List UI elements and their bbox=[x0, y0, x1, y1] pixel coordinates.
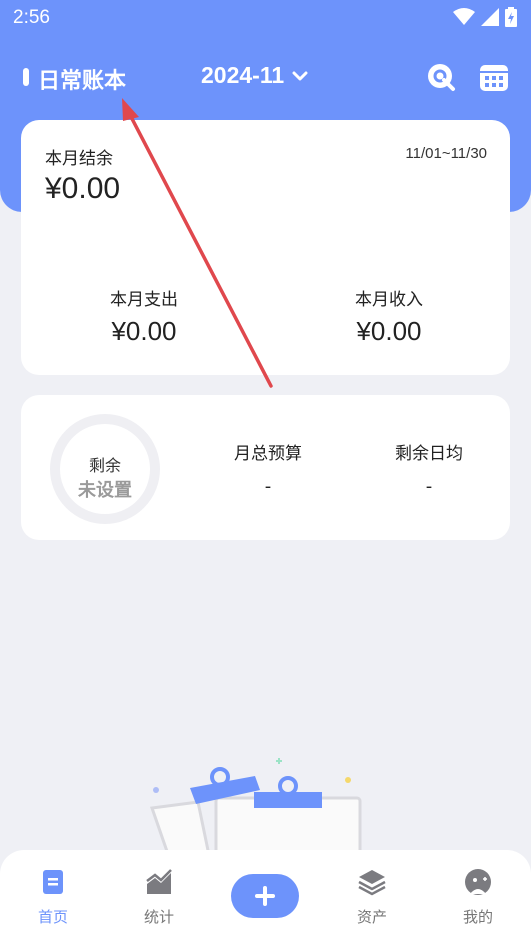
month-label: 2024-11 bbox=[201, 62, 285, 88]
budget-card[interactable]: 剩余 未设置 月总预算 - 剩余日均 - bbox=[21, 395, 510, 540]
signal-icon bbox=[481, 8, 499, 26]
income-value: ¥0.00 bbox=[356, 316, 422, 346]
nav-mine[interactable]: 我的 bbox=[448, 868, 508, 927]
title-bar: 日常账本 2024-11 bbox=[0, 58, 531, 98]
monthly-budget-label: 月总预算 bbox=[234, 444, 302, 464]
chart-icon bbox=[146, 869, 172, 894]
daily-average-label: 剩余日均 bbox=[395, 444, 463, 464]
nav-assets[interactable]: 资产 bbox=[342, 868, 402, 927]
expense-stat[interactable]: 本月支出 ¥0.00 bbox=[44, 285, 244, 347]
income-label: 本月收入 bbox=[355, 290, 423, 310]
month-picker[interactable]: 2024-11 bbox=[201, 62, 308, 89]
expense-value: ¥0.00 bbox=[111, 316, 177, 346]
nav-home[interactable]: 首页 bbox=[23, 868, 83, 927]
nav-stats[interactable]: 统计 bbox=[129, 868, 189, 927]
nav-home-label: 首页 bbox=[37, 908, 68, 926]
battery-icon bbox=[505, 7, 517, 27]
remaining-label: 剩余 bbox=[88, 456, 121, 475]
income-stat[interactable]: 本月收入 ¥0.00 bbox=[289, 285, 489, 347]
search-icon[interactable] bbox=[426, 62, 456, 92]
profile-icon bbox=[465, 869, 491, 895]
book-indicator bbox=[23, 68, 29, 86]
status-bar: 2:56 bbox=[0, 0, 531, 36]
daily-average: 剩余日均 - bbox=[359, 439, 499, 497]
book-title[interactable]: 日常账本 bbox=[38, 63, 126, 95]
status-time: 2:56 bbox=[13, 7, 50, 28]
status-icons bbox=[453, 7, 517, 27]
date-range: 11/01~11/30 bbox=[405, 145, 487, 162]
nav-stats-label: 统计 bbox=[143, 908, 174, 926]
budget-ring: 剩余 未设置 bbox=[50, 414, 160, 524]
balance-value: ¥0.00 bbox=[45, 172, 121, 205]
home-icon bbox=[43, 870, 63, 894]
balance-label: 本月结余 bbox=[45, 149, 113, 169]
expense-label: 本月支出 bbox=[110, 290, 178, 310]
nav-mine-label: 我的 bbox=[462, 908, 493, 926]
nav-assets-label: 资产 bbox=[356, 908, 387, 926]
layers-icon bbox=[358, 870, 386, 896]
remaining-status: 未设置 bbox=[78, 480, 132, 501]
calendar-icon[interactable] bbox=[479, 62, 509, 92]
chevron-down-icon bbox=[292, 71, 308, 80]
monthly-summary-card[interactable]: 本月结余 11/01~11/30 ¥0.00 本月支出 ¥0.00 本月收入 ¥… bbox=[21, 120, 510, 375]
bottom-nav: 首页 统计 资产 我的 bbox=[0, 850, 531, 944]
wifi-icon bbox=[453, 8, 475, 25]
monthly-budget-value: - bbox=[264, 476, 272, 497]
empty-state-illustration bbox=[149, 758, 362, 860]
daily-average-value: - bbox=[425, 476, 433, 497]
add-record-button[interactable] bbox=[231, 874, 299, 918]
monthly-budget: 月总预算 - bbox=[198, 439, 338, 497]
